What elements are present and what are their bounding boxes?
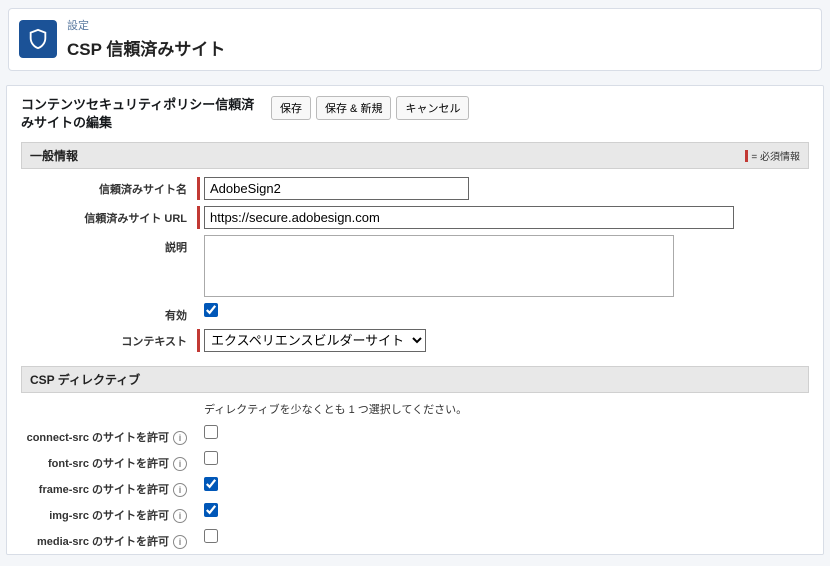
checkbox-directive[interactable]	[204, 451, 218, 465]
row-directive: connect-src のサイトを許可i	[21, 425, 809, 445]
spacer	[197, 303, 200, 317]
checkbox-directive[interactable]	[204, 477, 218, 491]
page-title: CSP 信頼済みサイト	[67, 35, 225, 60]
row-directive: font-src のサイトを許可i	[21, 451, 809, 471]
help-icon: i	[173, 483, 187, 497]
required-indicator	[197, 177, 200, 200]
label-site-url: 信頼済みサイト URL	[21, 206, 197, 226]
shield-icon	[19, 20, 57, 58]
save-button[interactable]: 保存	[271, 96, 311, 120]
edit-header: コンテンツセキュリティポリシー信頼済みサイトの編集 保存 保存 & 新規 キャン…	[21, 96, 809, 132]
label-directive: frame-src のサイトを許可i	[21, 477, 197, 497]
row-directive: media-src のサイトを許可i	[21, 529, 809, 549]
help-icon: i	[173, 431, 187, 445]
label-context: コンテキスト	[21, 329, 197, 349]
label-site-name: 信頼済みサイト名	[21, 177, 197, 197]
input-site-url[interactable]	[204, 206, 734, 229]
directives-note: ディレクティブを少なくとも 1 つ選択してください。	[204, 401, 809, 417]
label-description: 説明	[21, 235, 197, 255]
spacer	[197, 235, 200, 297]
spacer	[197, 451, 200, 465]
row-description: 説明	[21, 235, 809, 297]
required-mark-icon	[745, 150, 748, 162]
help-icon: i	[173, 509, 187, 523]
label-directive: connect-src のサイトを許可i	[21, 425, 197, 445]
header-text: 設定 CSP 信頼済みサイト	[67, 17, 225, 60]
textarea-description[interactable]	[204, 235, 674, 297]
row-active: 有効	[21, 303, 809, 323]
checkbox-directive[interactable]	[204, 425, 218, 439]
save-and-new-button[interactable]: 保存 & 新規	[316, 96, 391, 120]
required-indicator	[197, 329, 200, 352]
help-icon: i	[173, 535, 187, 549]
checkbox-active[interactable]	[204, 303, 218, 317]
section-directives-bar: CSP ディレクティブ	[21, 366, 809, 393]
section-directives-title: CSP ディレクティブ	[30, 371, 140, 388]
required-note: = 必須情報	[745, 148, 800, 163]
label-directive: media-src のサイトを許可i	[21, 529, 197, 549]
checkbox-directive[interactable]	[204, 529, 218, 543]
content-panel[interactable]: コンテンツセキュリティポリシー信頼済みサイトの編集 保存 保存 & 新規 キャン…	[6, 85, 824, 555]
section-general-title: 一般情報	[30, 147, 78, 164]
select-context[interactable]: エクスペリエンスビルダーサイト	[204, 329, 426, 352]
required-indicator	[197, 206, 200, 229]
row-context: コンテキスト エクスペリエンスビルダーサイト	[21, 329, 809, 352]
spacer	[197, 425, 200, 439]
spacer	[197, 503, 200, 517]
label-directive: img-src のサイトを許可i	[21, 503, 197, 523]
row-site-url: 信頼済みサイト URL	[21, 206, 809, 229]
breadcrumb: 設定	[67, 17, 225, 33]
edit-title: コンテンツセキュリティポリシー信頼済みサイトの編集	[21, 96, 261, 132]
row-directive: frame-src のサイトを許可i	[21, 477, 809, 497]
label-directive: font-src のサイトを許可i	[21, 451, 197, 471]
spacer	[197, 477, 200, 491]
row-site-name: 信頼済みサイト名	[21, 177, 809, 200]
label-active: 有効	[21, 303, 197, 323]
row-directive: img-src のサイトを許可i	[21, 503, 809, 523]
cancel-button[interactable]: キャンセル	[396, 96, 469, 120]
help-icon: i	[173, 457, 187, 471]
section-general-bar: 一般情報 = 必須情報	[21, 142, 809, 169]
top-button-row: 保存 保存 & 新規 キャンセル	[271, 96, 469, 120]
input-site-name[interactable]	[204, 177, 469, 200]
spacer	[197, 529, 200, 543]
checkbox-directive[interactable]	[204, 503, 218, 517]
page-header: 設定 CSP 信頼済みサイト	[8, 8, 822, 71]
